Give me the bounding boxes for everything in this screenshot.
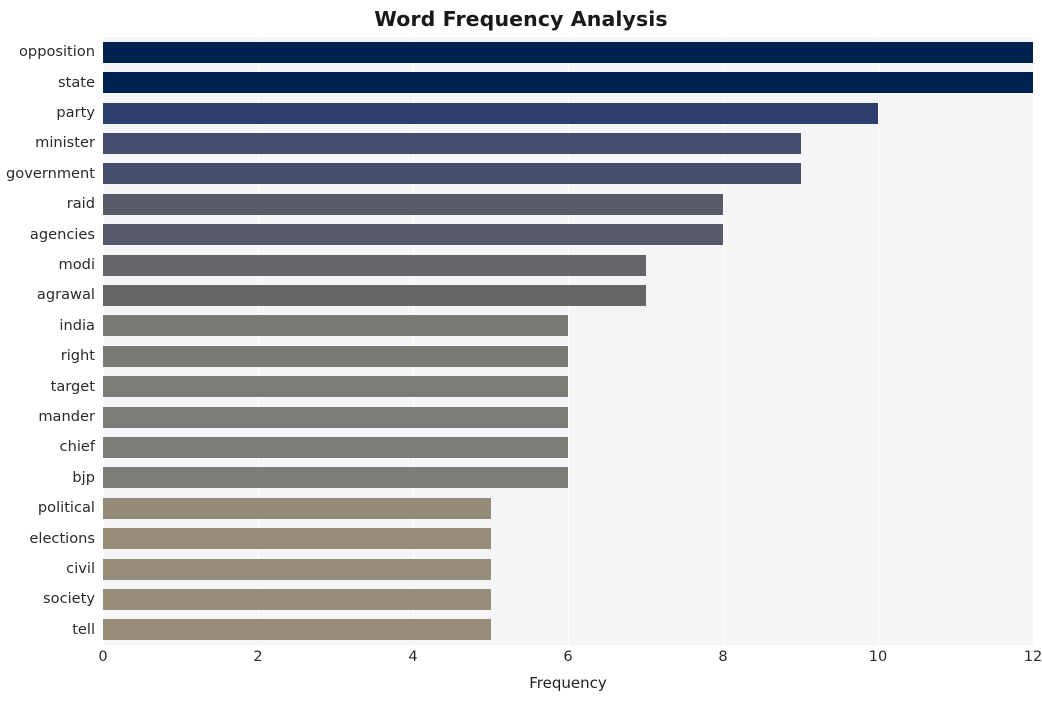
y-tick-label: agrawal bbox=[36, 286, 95, 304]
x-axis-title: Frequency bbox=[529, 674, 607, 692]
bar bbox=[103, 132, 801, 154]
bar bbox=[103, 254, 646, 276]
y-tick-label: right bbox=[60, 347, 95, 365]
bar bbox=[103, 345, 568, 367]
x-tick-label: 12 bbox=[1023, 648, 1042, 665]
x-tick-label: 8 bbox=[718, 648, 728, 665]
y-tick-label: chief bbox=[59, 438, 95, 456]
bar bbox=[103, 315, 568, 337]
y-tick-label: raid bbox=[66, 195, 95, 213]
bar bbox=[103, 193, 723, 215]
y-tick-label: minister bbox=[35, 134, 95, 152]
x-tick-label: 2 bbox=[253, 648, 263, 665]
bar bbox=[103, 619, 491, 641]
bar bbox=[103, 528, 491, 550]
y-tick-label: government bbox=[6, 164, 95, 182]
gridline-x bbox=[1033, 37, 1034, 645]
bar bbox=[103, 102, 878, 124]
y-tick-label: state bbox=[58, 73, 95, 91]
bar bbox=[103, 72, 1033, 94]
x-tick-label: 10 bbox=[868, 648, 888, 665]
bar bbox=[103, 436, 568, 458]
x-tick-label: 4 bbox=[408, 648, 418, 665]
bar bbox=[103, 497, 491, 519]
y-tick-label: society bbox=[43, 590, 95, 608]
chart-title: Word Frequency Analysis bbox=[374, 7, 668, 31]
y-tick-label: mander bbox=[38, 408, 95, 425]
bar bbox=[103, 406, 568, 428]
bar bbox=[103, 224, 723, 246]
bar bbox=[103, 376, 568, 398]
y-tick-label: modi bbox=[58, 256, 95, 273]
bar bbox=[103, 588, 491, 610]
y-tick-label: target bbox=[50, 377, 95, 395]
chart-figure: Word Frequency Analysis opposition state p… bbox=[0, 0, 1042, 701]
y-tick-label: tell bbox=[72, 620, 95, 638]
y-tick-label: india bbox=[59, 316, 95, 334]
bar-series bbox=[103, 37, 1033, 645]
y-axis-tick-labels: opposition state party minister government ra… bbox=[0, 37, 95, 645]
y-tick-label: political bbox=[37, 499, 95, 517]
y-tick-label: bjp bbox=[72, 468, 95, 486]
bar bbox=[103, 558, 491, 580]
y-tick-label: civil bbox=[66, 560, 95, 577]
x-tick-label: 6 bbox=[563, 648, 573, 665]
y-tick-label: agencies bbox=[29, 225, 95, 243]
bar bbox=[103, 163, 801, 185]
x-tick-label: 0 bbox=[98, 648, 108, 665]
bar bbox=[103, 284, 646, 306]
y-tick-label: opposition bbox=[19, 43, 95, 61]
plot-area bbox=[103, 37, 1034, 645]
y-tick-label: party bbox=[56, 104, 95, 121]
x-axis-tick-labels: 0 2 4 6 8 10 12 bbox=[98, 648, 1042, 672]
bar bbox=[103, 467, 568, 489]
y-tick-label: elections bbox=[29, 529, 95, 547]
bar bbox=[103, 41, 1033, 63]
